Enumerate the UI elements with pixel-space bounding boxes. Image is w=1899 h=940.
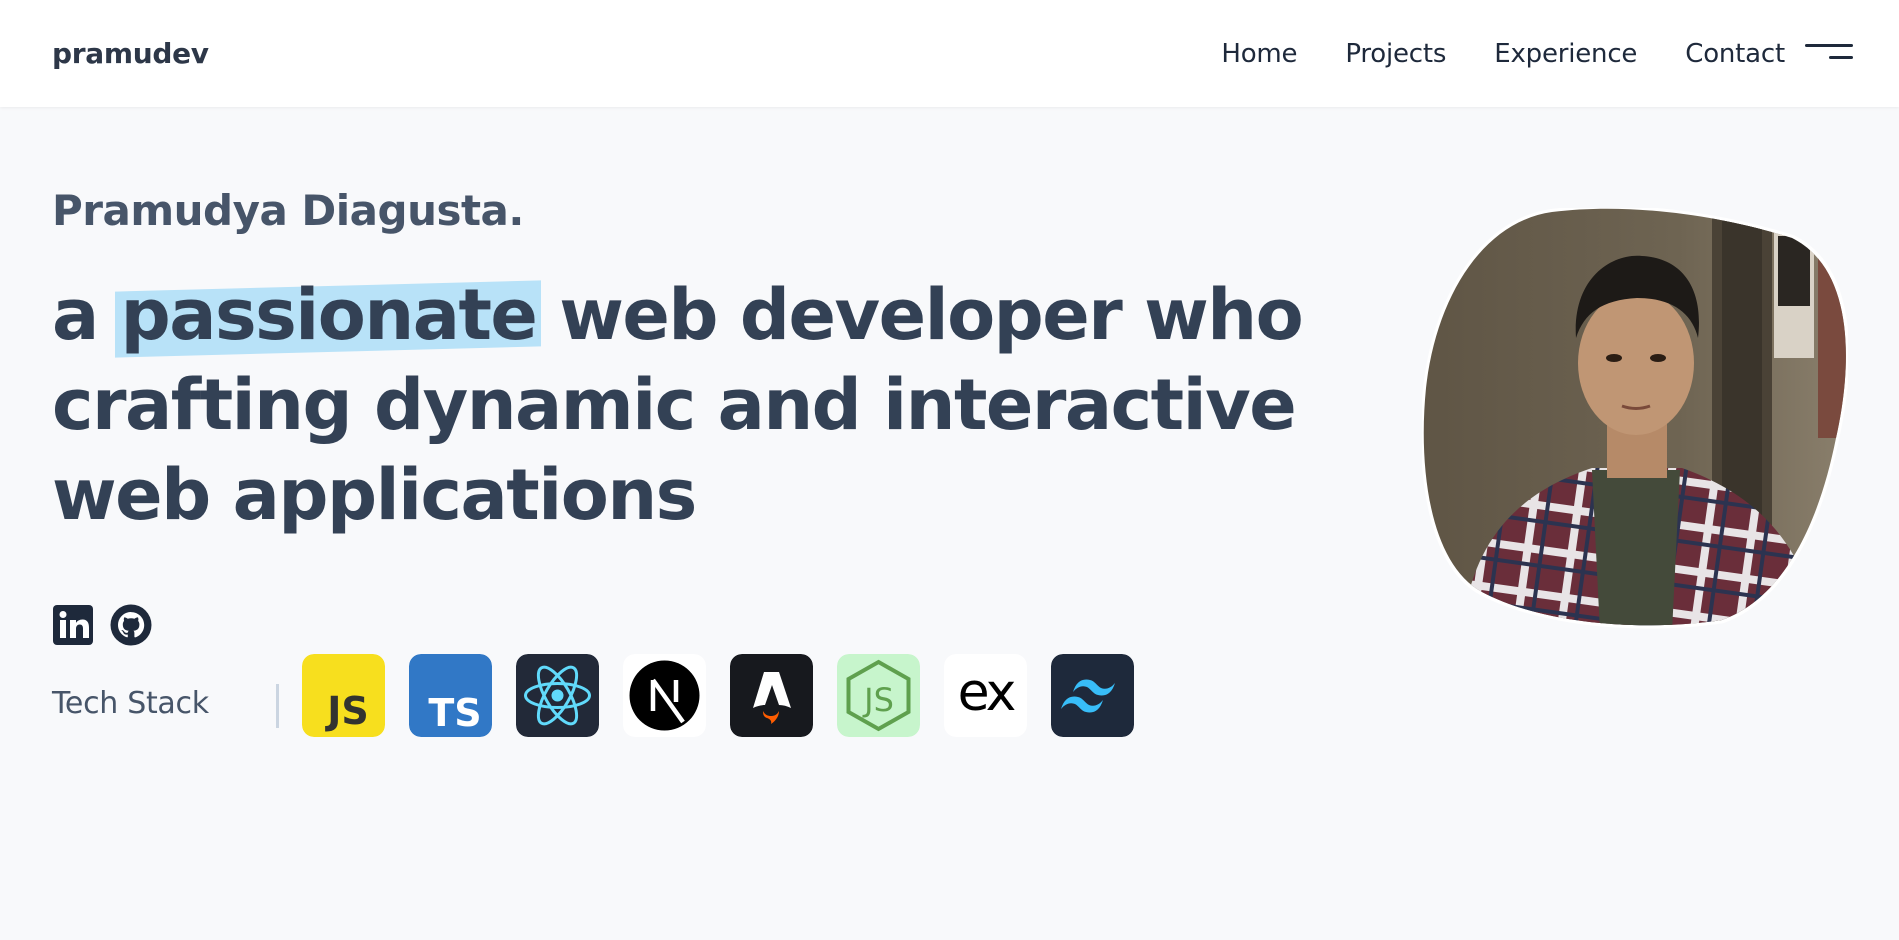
javascript-icon: JS bbox=[302, 654, 385, 737]
tech-stack-divider bbox=[276, 684, 279, 728]
social-links bbox=[52, 604, 152, 646]
nav-experience-link[interactable]: Experience bbox=[1494, 39, 1637, 69]
nav-projects-link[interactable]: Projects bbox=[1345, 39, 1446, 69]
main-nav: Home Projects Experience Contact bbox=[1221, 39, 1785, 69]
linkedin-icon[interactable] bbox=[52, 604, 94, 646]
hero-name: Pramudya Diagusta. bbox=[52, 186, 524, 235]
nav-contact-link[interactable]: Contact bbox=[1685, 39, 1785, 69]
top-navbar: pramudev Home Projects Experience Contac… bbox=[0, 0, 1899, 107]
react-icon bbox=[516, 654, 599, 737]
nodejs-icon: JS bbox=[837, 654, 920, 737]
hero-title-line-3: web applications bbox=[52, 454, 697, 536]
tech-stack-list: JS TS JS ex bbox=[302, 654, 1134, 737]
svg-text:ex: ex bbox=[958, 663, 1016, 723]
nav-home-link[interactable]: Home bbox=[1221, 39, 1297, 69]
svg-text:JS: JS bbox=[862, 681, 894, 719]
hero-title-line-2: crafting dynamic and interactive bbox=[52, 364, 1297, 446]
tailwind-icon bbox=[1051, 654, 1134, 737]
hero-title: a passionate web developer who crafting … bbox=[52, 270, 1352, 540]
express-icon: ex bbox=[944, 654, 1027, 737]
svg-text:JS: JS bbox=[324, 689, 369, 733]
hero-title-line-1: a passionate web developer who bbox=[52, 270, 1352, 360]
github-icon[interactable] bbox=[110, 604, 152, 646]
profile-photo bbox=[1420, 205, 1850, 632]
site-logo[interactable]: pramudev bbox=[52, 37, 209, 70]
hero-title-highlight: passionate bbox=[121, 270, 538, 360]
hamburger-menu-icon[interactable] bbox=[1805, 44, 1853, 64]
astro-icon bbox=[730, 654, 813, 737]
typescript-icon: TS bbox=[409, 654, 492, 737]
tech-stack-label: Tech Stack bbox=[52, 686, 209, 721]
nextjs-icon bbox=[623, 654, 706, 737]
svg-text:TS: TS bbox=[428, 691, 481, 735]
